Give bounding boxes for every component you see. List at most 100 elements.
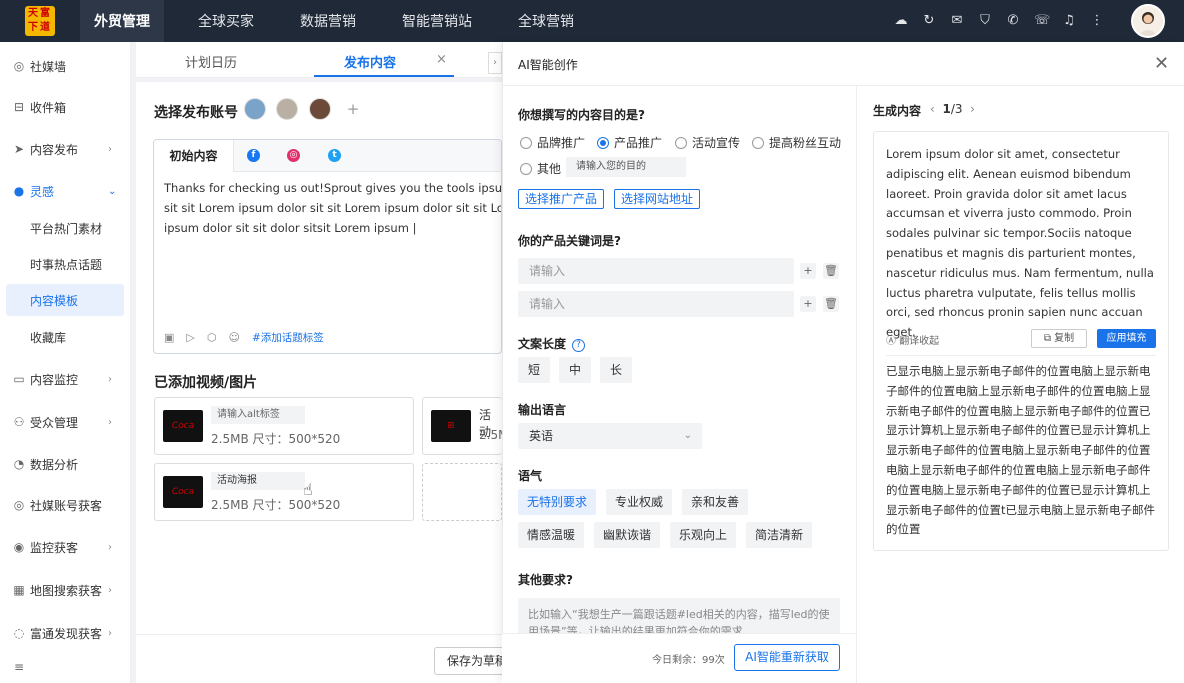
tab-publish[interactable]: 发布内容 <box>344 52 396 71</box>
sidebar-item-monitor-leads[interactable]: ◉ 监控获客 › <box>0 531 131 563</box>
tone-optimistic[interactable]: 乐观向上 <box>670 522 736 548</box>
ai-regenerate-button[interactable]: AI智能重新获取 <box>734 644 840 671</box>
account-avatar[interactable] <box>276 98 298 120</box>
brand-logo[interactable]: 天富 下道 <box>25 6 55 36</box>
tone-friendly[interactable]: 亲和友善 <box>682 489 748 515</box>
sidebar-item-monitoring[interactable]: ▭ 内容监控 › <box>0 363 131 395</box>
sidebar-item-social-wall[interactable]: ◎ 社媒墙 <box>0 50 131 82</box>
account-avatar[interactable] <box>309 98 331 120</box>
sidebar-item-inspiration[interactable]: ● 灵感 ⌄ <box>0 175 131 207</box>
image-icon[interactable]: ▣ <box>164 331 174 344</box>
trash-icon[interactable]: 🗑 <box>823 296 839 312</box>
emoji-icon[interactable]: ☺ <box>228 331 239 344</box>
instagram-icon[interactable]: ◎ <box>287 149 300 162</box>
sidebar-item-inbox[interactable]: ⊟ 收件箱 <box>0 91 131 123</box>
bell-icon[interactable]: ♫ <box>1062 12 1076 30</box>
cloud-icon[interactable]: ☁ <box>894 12 908 30</box>
sidebar-item-hot-materials[interactable]: 平台热门素材 <box>0 212 131 244</box>
sidebar-item-hot-topics[interactable]: 时事热点话题 <box>0 248 131 280</box>
other-requirements-textarea[interactable]: 比如输入“我想生产一篇跟话题#led相关的内容，描写led的使用场景”等，让输出… <box>518 598 840 634</box>
sidebar-item-analytics[interactable]: ◔ 数据分析 <box>0 448 131 480</box>
close-icon[interactable]: ✕ <box>1154 53 1169 74</box>
plus-icon[interactable]: + <box>800 263 816 279</box>
collapse-menu-button[interactable]: ≡ <box>0 651 131 683</box>
logo-char: 富 <box>40 8 52 19</box>
twitter-icon[interactable]: t <box>328 149 341 162</box>
facebook-icon[interactable]: f <box>247 149 260 162</box>
media-item[interactable]: ⊞ 活动 2.5M <box>422 397 508 455</box>
send-icon[interactable]: ✉ <box>950 12 964 30</box>
language-select[interactable]: 英语 ⌄ <box>518 423 702 449</box>
media-item[interactable]: Coca 请输入alt标签 2.5MB 尺寸：500*520 <box>154 397 414 455</box>
alt-tag-input[interactable]: 请输入alt标签 <box>211 406 305 424</box>
media-item[interactable]: Coca 活动海报 2.5MB 尺寸：500*520 <box>154 463 414 521</box>
cube-icon[interactable]: ⬡ <box>207 331 217 344</box>
keyword-input[interactable]: 请输入 <box>518 258 794 284</box>
hand-cursor-icon: ☝ <box>303 480 313 499</box>
radio-brand[interactable]: 品牌推广 <box>520 134 585 151</box>
length-short[interactable]: 短 <box>518 357 550 383</box>
translate-toggle[interactable]: Ⓐ 翻译收起 <box>886 332 939 347</box>
add-hashtag-link[interactable]: #添加话题标签 <box>252 330 324 345</box>
tone-none[interactable]: 无特别要求 <box>518 489 596 515</box>
copy-button[interactable]: ⧉ 复制 <box>1031 329 1087 348</box>
sidebar-item-label: 地图搜索获客 <box>30 583 103 598</box>
nav-item-data-marketing[interactable]: 数据营销 <box>300 0 372 42</box>
nav-item-trade[interactable]: 外贸管理 <box>80 0 164 42</box>
current-page: 1 <box>942 102 951 116</box>
tone-humorous[interactable]: 幽默诙谐 <box>594 522 660 548</box>
radio-event[interactable]: 活动宣传 <box>675 134 740 151</box>
apply-fill-button[interactable]: 应用填充 <box>1097 329 1156 348</box>
plus-icon[interactable]: + <box>800 296 816 312</box>
user-avatar[interactable] <box>1131 4 1165 38</box>
tone-professional[interactable]: 专业权威 <box>606 489 672 515</box>
video-icon[interactable]: ▷ <box>186 331 194 344</box>
select-site-button[interactable]: 选择网站地址 <box>614 189 700 209</box>
nav-item-global-marketing[interactable]: 全球营销 <box>518 0 590 42</box>
copy-label: 复制 <box>1054 333 1075 344</box>
alt-tag-input[interactable]: 活动海报 <box>211 472 305 490</box>
radio-other[interactable]: 其他 <box>520 160 561 177</box>
length-long[interactable]: 长 <box>600 357 632 383</box>
sidebar-item-discover-leads[interactable]: ◌ 富通发现获客 › <box>0 617 131 649</box>
trash-icon[interactable]: 🗑 <box>823 263 839 279</box>
sidebar-item-social-leads[interactable]: ◎ 社媒账号获客 <box>0 489 131 521</box>
next-page-icon[interactable]: › <box>970 102 975 116</box>
chat-icon[interactable]: ☏ <box>1034 12 1050 30</box>
prev-page-icon[interactable]: ‹ <box>930 102 935 116</box>
tab-calendar[interactable]: 计划日历 <box>185 52 237 71</box>
nav-item-smart-site[interactable]: 智能营销站 <box>402 0 488 42</box>
post-text-area[interactable]: Thanks for checking us out!Sprout gives … <box>164 178 501 238</box>
ai-panel-header <box>502 42 1184 86</box>
keyword-input[interactable]: 请输入 <box>518 291 794 317</box>
radio-label: 其他 <box>537 162 562 176</box>
length-medium[interactable]: 中 <box>559 357 591 383</box>
scroll-tabs-button[interactable]: › <box>488 52 502 74</box>
help-icon[interactable]: ? <box>572 339 586 352</box>
sidebar-item-content-template[interactable]: 内容模板 <box>6 284 124 316</box>
select-product-button[interactable]: 选择推广产品 <box>518 189 604 209</box>
sidebar-item-publish[interactable]: ➤ 内容发布 › <box>0 133 131 165</box>
account-avatar[interactable] <box>244 98 266 120</box>
nav-item-buyers[interactable]: 全球买家 <box>198 0 270 42</box>
sidebar-item-label: 受众管理 <box>30 415 79 430</box>
refresh-icon[interactable]: ↻ <box>922 12 936 30</box>
sidebar-item-audience[interactable]: ⚇ 受众管理 › <box>0 406 131 438</box>
generated-title: 生成内容 <box>873 104 922 118</box>
tone-warm[interactable]: 情感温暖 <box>518 522 584 548</box>
other-purpose-input[interactable]: 请输入您的目的 <box>566 157 686 177</box>
save-draft-button[interactable]: 保存为草稿 <box>434 647 508 675</box>
radio-product[interactable]: 产品推广 <box>597 134 662 151</box>
sidebar-item-favorites[interactable]: 收藏库 <box>0 321 131 353</box>
sidebar-item-map-leads[interactable]: ▦ 地图搜索获客 › <box>0 574 131 606</box>
add-media-slot[interactable] <box>422 463 502 521</box>
tone-concise[interactable]: 简洁清新 <box>746 522 812 548</box>
bulb-icon: ● <box>13 184 25 198</box>
add-account-icon[interactable]: + <box>343 99 363 119</box>
tab-initial-content[interactable]: 初始内容 <box>154 140 234 172</box>
shield-icon[interactable]: ⛉ <box>978 12 992 30</box>
close-icon[interactable]: × <box>436 52 447 67</box>
whatsapp-icon[interactable]: ✆ <box>1006 12 1020 30</box>
radio-engagement[interactable]: 提高粉丝互动 <box>752 134 841 151</box>
more-icon[interactable]: ⋮ <box>1090 12 1104 30</box>
